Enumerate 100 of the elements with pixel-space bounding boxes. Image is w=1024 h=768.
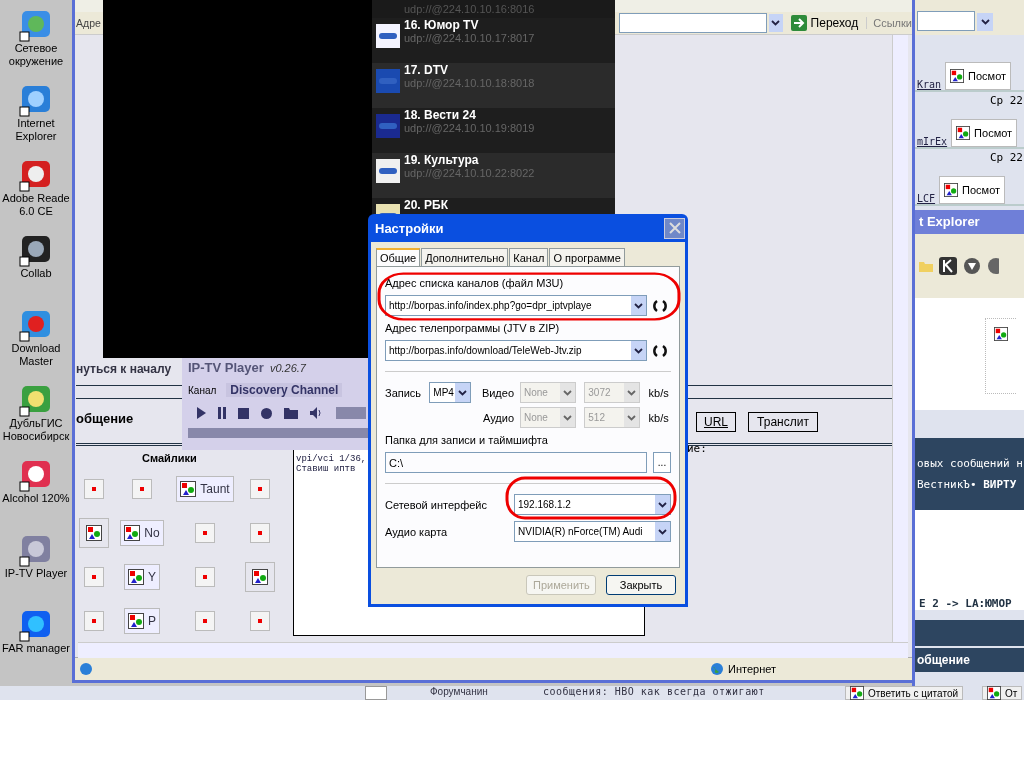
smiley-button[interactable]: Y [124, 564, 160, 590]
smiley-placeholder-icon[interactable] [250, 611, 270, 631]
translit-button[interactable]: Транслит [748, 412, 818, 432]
refresh-icon[interactable] [653, 298, 667, 313]
browse-button[interactable]: ... [653, 452, 671, 473]
reply-button[interactable]: От [982, 686, 1023, 700]
chevron-icon [634, 302, 643, 309]
chevron-icon [771, 20, 781, 26]
channel-label: Канал [188, 384, 217, 396]
tab[interactable]: О программе [549, 248, 625, 266]
shortcut-label: FAR manager [2, 642, 70, 655]
dropdown-button[interactable] [631, 341, 646, 360]
shortcut-icon[interactable] [19, 383, 53, 417]
stop-icon[interactable] [238, 407, 249, 419]
network-combo[interactable]: 192.168.1.2 [514, 494, 671, 515]
smiley-button[interactable]: Taunt [176, 476, 234, 502]
quote-button[interactable]: Ответить с цитатой [845, 686, 964, 700]
shortcut-icon[interactable] [19, 8, 53, 42]
view-button[interactable]: Посмот [951, 119, 1018, 147]
field-label: Адрес списка каналов (файл M3U) [385, 277, 565, 289]
go-button[interactable]: Переход [784, 15, 865, 31]
format-combo[interactable]: MP4 [429, 382, 472, 403]
smiley-placeholder-icon[interactable] [84, 611, 104, 631]
refresh-icon[interactable] [653, 343, 667, 358]
pause-icon[interactable] [218, 407, 226, 419]
channel-title: 18. Вести 24 [404, 108, 477, 122]
image-frame [365, 686, 387, 700]
chevron-icon [634, 347, 643, 354]
volume-icon[interactable] [310, 407, 324, 419]
smiley-image-icon[interactable] [245, 562, 275, 592]
shortcut-label: Сетевое окружение [8, 42, 64, 68]
arrow-icon [790, 15, 807, 31]
record-icon[interactable] [261, 407, 272, 419]
channel-title: 16. Юмор TV [404, 18, 480, 32]
chevron-icon [627, 389, 637, 396]
tab[interactable]: Дополнительно [421, 248, 509, 266]
close-button[interactable] [664, 217, 685, 239]
close-dialog-button[interactable]: Закрыть [606, 575, 676, 595]
user-link[interactable]: LCF [915, 193, 936, 204]
header-text: ВестникЪ• ВИРТУ [917, 478, 1018, 491]
shortcut-label: Internet Explorer [15, 117, 57, 143]
channel-item[interactable]: 18. Вести 24 udp://@224.10.10.19:8019 [372, 108, 615, 153]
dropdown-button[interactable] [655, 495, 670, 514]
tab[interactable]: Канал [509, 248, 549, 266]
broken-image-icon [956, 126, 971, 140]
channel-item[interactable]: 16. Юмор TV udp://@224.10.10.17:8017 [372, 18, 615, 63]
user-link[interactable]: Kran [915, 79, 942, 90]
header-text: овых сообщений н [917, 457, 1024, 470]
epg-url-combo[interactable]: http://borpas.info/download/TeleWeb-Jtv.zip [385, 340, 647, 361]
view-button[interactable]: Посмот [939, 176, 1006, 204]
smiley-placeholder-icon[interactable] [195, 567, 215, 587]
folder-icon[interactable] [284, 407, 298, 419]
close-icon [668, 222, 681, 234]
smiley-placeholder-icon[interactable] [84, 479, 104, 499]
audio-card-combo[interactable]: NVIDIA(R) nForce(TM) Audi [514, 521, 671, 542]
view-button[interactable]: Посмот [945, 62, 1012, 90]
user-link[interactable]: mIrEx [915, 136, 948, 147]
smiley-button[interactable]: P [124, 608, 160, 634]
smiley-button[interactable]: No [120, 520, 164, 546]
playlist-url-combo[interactable]: http://borpas.info/index.php?go=dpr_iptvplaye [385, 295, 647, 316]
shortcut-icon[interactable] [19, 233, 53, 267]
smiley-placeholder-icon[interactable] [250, 479, 270, 499]
dropdown-button[interactable] [631, 296, 646, 315]
broken-image-icon [850, 686, 864, 700]
dropdown-button[interactable] [655, 522, 670, 541]
shortcut-label: Collab [20, 267, 52, 280]
channel-item[interactable]: 19. Культура udp://@224.10.10.22:8022 [372, 153, 615, 198]
smiley-placeholder-icon[interactable] [250, 523, 270, 543]
channel-address: udp://@224.10.10.16:8016 [404, 3, 535, 15]
shortcut-label: Adobe Reade 6.0 CE [2, 192, 70, 218]
play-icon[interactable] [196, 407, 206, 419]
field-label: Видео [481, 386, 514, 399]
tab[interactable]: Общие [376, 248, 421, 266]
address-field[interactable] [917, 11, 975, 31]
field-label: Аудио [483, 411, 514, 424]
url-button[interactable]: URL [696, 412, 736, 432]
folder-field[interactable]: C:\ [385, 452, 647, 473]
channel-address: udp://@224.10.10.17:8017 [404, 32, 535, 44]
smiley-placeholder-icon[interactable] [195, 611, 215, 631]
smiley-placeholder-icon[interactable] [195, 523, 215, 543]
dropdown-button[interactable] [455, 383, 471, 402]
back-to-top-link[interactable]: нуться к началу [76, 362, 172, 376]
smiley-image-icon[interactable] [79, 518, 109, 548]
shortcut-icon[interactable] [19, 158, 53, 192]
ie-icon [79, 662, 93, 676]
shortcut-icon[interactable] [19, 458, 53, 492]
message-line: vpi/vci 1/36, [296, 454, 367, 464]
shortcut-icon[interactable] [19, 308, 53, 342]
shortcut-icon[interactable] [19, 608, 53, 642]
channel-item[interactable]: 17. DTV udp://@224.10.10.18:8018 [372, 63, 615, 108]
smiley-placeholder-icon[interactable] [84, 567, 104, 587]
post-text: сообщения: HBO как всегда отжигают [543, 686, 765, 697]
shortcut-icon[interactable] [19, 533, 53, 567]
channel-logo-icon [376, 159, 400, 183]
dropdown-button[interactable] [768, 14, 783, 32]
shortcut-icon[interactable] [19, 83, 53, 117]
smiley-placeholder-icon[interactable] [132, 479, 152, 499]
address-field[interactable] [618, 13, 767, 33]
dropdown-button[interactable] [977, 13, 993, 31]
k-logo-icon[interactable] [939, 257, 957, 275]
